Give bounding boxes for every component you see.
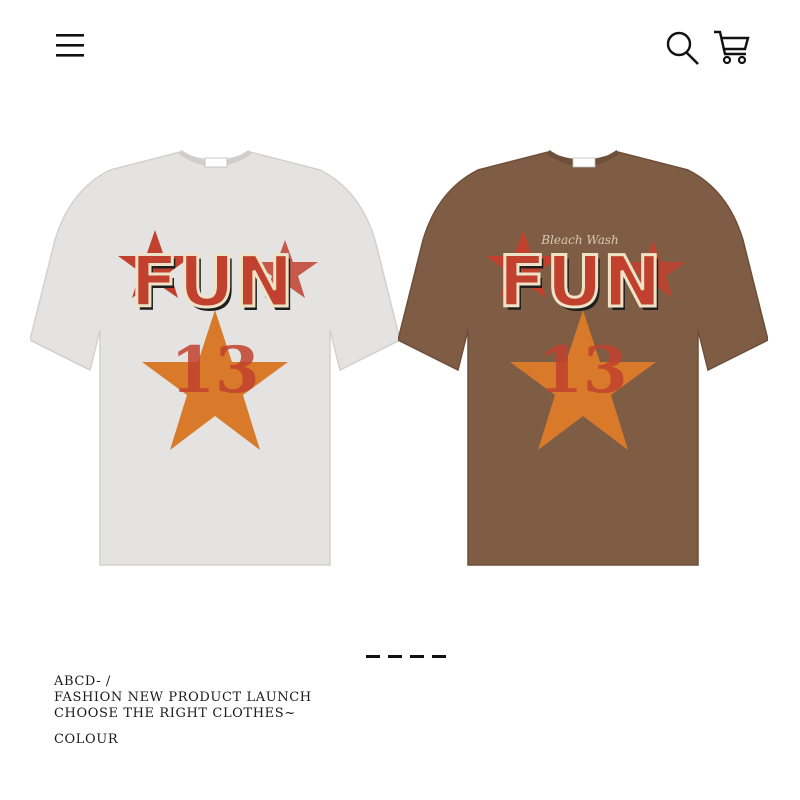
print-number: 13 (170, 333, 259, 408)
grey-tshirt-illustration: FUN FUN 13 (30, 149, 400, 566)
caption-line-2: CHOOSE THE RIGHT CLOTHES~ (54, 706, 296, 721)
search-icon (666, 31, 699, 65)
colour-label: COLOUR (54, 732, 119, 747)
pager-dot[interactable] (366, 655, 380, 658)
brown-tshirt-illustration: Bleach Wash FUN FUN 13 (398, 149, 768, 566)
pager-dot[interactable] (388, 655, 402, 658)
pager-dot[interactable] (432, 655, 446, 658)
cart-button[interactable] (710, 26, 754, 68)
print-number: 13 (538, 333, 627, 408)
hamburger-menu-icon (56, 34, 84, 57)
product-image-grey-tshirt[interactable]: FUN FUN 13 (30, 140, 400, 580)
pager-dot[interactable] (410, 655, 424, 658)
menu-button[interactable] (52, 30, 88, 62)
product-image-brown-tshirt[interactable]: Bleach Wash FUN FUN 13 (398, 140, 768, 580)
neck-label (572, 157, 596, 168)
carousel-pager[interactable] (366, 655, 446, 658)
neck-label (204, 157, 228, 168)
print-text: FUN (498, 241, 661, 323)
cart-icon (714, 30, 750, 65)
search-button[interactable] (662, 26, 702, 68)
print-text: FUN (130, 241, 293, 323)
brand-label: ABCD- / (54, 674, 111, 689)
caption-line-1: FASHION NEW PRODUCT LAUNCH (54, 690, 312, 705)
